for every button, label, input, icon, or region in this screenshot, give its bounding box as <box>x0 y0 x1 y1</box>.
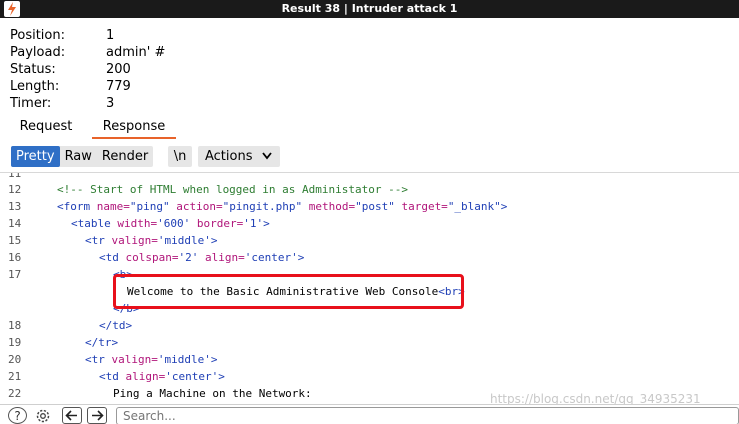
code-line-20: <tr valign='middle'> <box>85 351 217 368</box>
code-token: border= <box>190 217 244 230</box>
code-token: align= <box>118 370 166 383</box>
search-bar: ? <box>0 404 739 424</box>
render-button[interactable]: Render <box>97 146 153 167</box>
info-label: Timer: <box>10 96 52 111</box>
code-token: '2' <box>178 251 199 264</box>
code-line-14: <table width='600' border='1'> <box>71 215 270 232</box>
tab-request[interactable]: Request <box>10 117 82 139</box>
info-value: 200 <box>106 62 131 77</box>
request-response-tabs: Request Response <box>0 117 739 139</box>
code-line-18: </td> <box>99 317 132 334</box>
code-token: <td <box>99 251 119 264</box>
code-token: <tr <box>85 234 105 247</box>
arrow-left-icon[interactable] <box>62 407 82 424</box>
code-token: </td> <box>99 319 133 332</box>
code-line-22: Ping a Machine on the Network: <box>113 385 312 402</box>
search-input[interactable] <box>116 407 739 424</box>
line-number: 13 <box>8 200 22 213</box>
code-token: > <box>297 251 305 264</box>
code-token: > <box>210 353 218 366</box>
code-token: </tr> <box>85 336 119 349</box>
code-token: 'center' <box>244 251 298 264</box>
code-token: > <box>500 200 508 213</box>
code-line-12: <!-- Start of HTML when logged in as Adm… <box>57 181 408 198</box>
code-token: <form <box>57 200 91 213</box>
info-value: 779 <box>106 79 131 94</box>
code-text: Ping a Machine on the Network: <box>113 387 312 400</box>
line-number: 16 <box>8 251 22 264</box>
result-info-panel: Position: 1 Payload: admin' # Status: 20… <box>0 18 739 113</box>
line-number: 20 <box>8 353 22 366</box>
info-label: Payload: <box>10 45 66 60</box>
editor-toolbar: Pretty Raw Render \n Actions <box>0 142 739 172</box>
tab-response[interactable]: Response <box>92 117 176 139</box>
code-token: align= <box>198 251 245 264</box>
line-number: 19 <box>8 336 22 349</box>
line-number: 18 <box>8 319 22 332</box>
line-number: 14 <box>8 217 22 230</box>
line-number-gutter: 11 12 13 14 15 16 17 18 19 20 21 22 <box>0 173 26 404</box>
actions-dropdown[interactable]: Actions <box>198 146 280 167</box>
code-token: "_blank" <box>447 200 501 213</box>
code-token: '1' <box>243 217 264 230</box>
code-token: name= <box>90 200 130 213</box>
code-token: colspan= <box>118 251 179 264</box>
code-line-16: <td colspan='2' align='center'> <box>99 249 304 266</box>
gear-icon[interactable] <box>33 407 53 424</box>
info-label: Position: <box>10 28 65 43</box>
info-value: 1 <box>106 28 115 43</box>
code-token: valign= <box>104 353 158 366</box>
html-comment: <!-- Start of HTML when logged in as Adm… <box>57 183 408 196</box>
help-icon[interactable]: ? <box>8 407 27 424</box>
code-token: <table <box>71 217 111 230</box>
code-token: > <box>210 234 218 247</box>
code-token: '600' <box>157 217 191 230</box>
code-token: > <box>218 370 225 383</box>
line-number: 15 <box>8 234 22 247</box>
code-line-21: <td align='center'> <box>99 368 225 385</box>
code-line-13: <form name="ping" action="pingit.php" me… <box>57 198 507 215</box>
response-code-editor[interactable]: 11 12 13 14 15 16 17 18 19 20 21 22 <!--… <box>0 172 739 404</box>
code-token: action= <box>169 200 223 213</box>
line-number: 22 <box>8 387 22 400</box>
info-value: admin' # <box>106 45 166 60</box>
arrow-right-icon[interactable] <box>87 407 107 424</box>
code-token: method= <box>302 200 356 213</box>
code-line-15: <tr valign='middle'> <box>85 232 217 249</box>
raw-button[interactable]: Raw <box>60 146 97 167</box>
code-token: valign= <box>104 234 158 247</box>
code-token: width= <box>110 217 158 230</box>
newline-toggle-button[interactable]: \n <box>168 146 192 167</box>
actions-label: Actions <box>205 149 253 164</box>
pretty-button[interactable]: Pretty <box>11 146 60 167</box>
code-line-19: </tr> <box>85 334 118 351</box>
info-label: Length: <box>10 79 60 94</box>
code-token: > <box>263 217 270 230</box>
code-token: "ping" <box>129 200 170 213</box>
line-number: 12 <box>8 183 22 196</box>
info-value: 3 <box>106 96 115 111</box>
window-title: Result 38 | Intruder attack 1 <box>281 2 458 15</box>
title-bar: Result 38 | Intruder attack 1 <box>0 0 739 18</box>
chevron-down-icon <box>262 152 272 160</box>
code-token: target= <box>394 200 448 213</box>
view-mode-group: Pretty Raw Render <box>11 146 154 167</box>
red-highlight-box <box>113 274 464 309</box>
code-token: "post" <box>355 200 395 213</box>
svg-text:?: ? <box>14 409 20 423</box>
line-number: 21 <box>8 370 22 383</box>
code-token: <tr <box>85 353 105 366</box>
code-token: <td <box>99 370 119 383</box>
info-label: Status: <box>10 62 56 77</box>
code-token: 'center' <box>165 370 219 383</box>
code-token: "pingit.php" <box>222 200 303 213</box>
code-token: 'middle' <box>157 353 211 366</box>
code-token: 'middle' <box>157 234 211 247</box>
line-number: 17 <box>8 268 22 281</box>
